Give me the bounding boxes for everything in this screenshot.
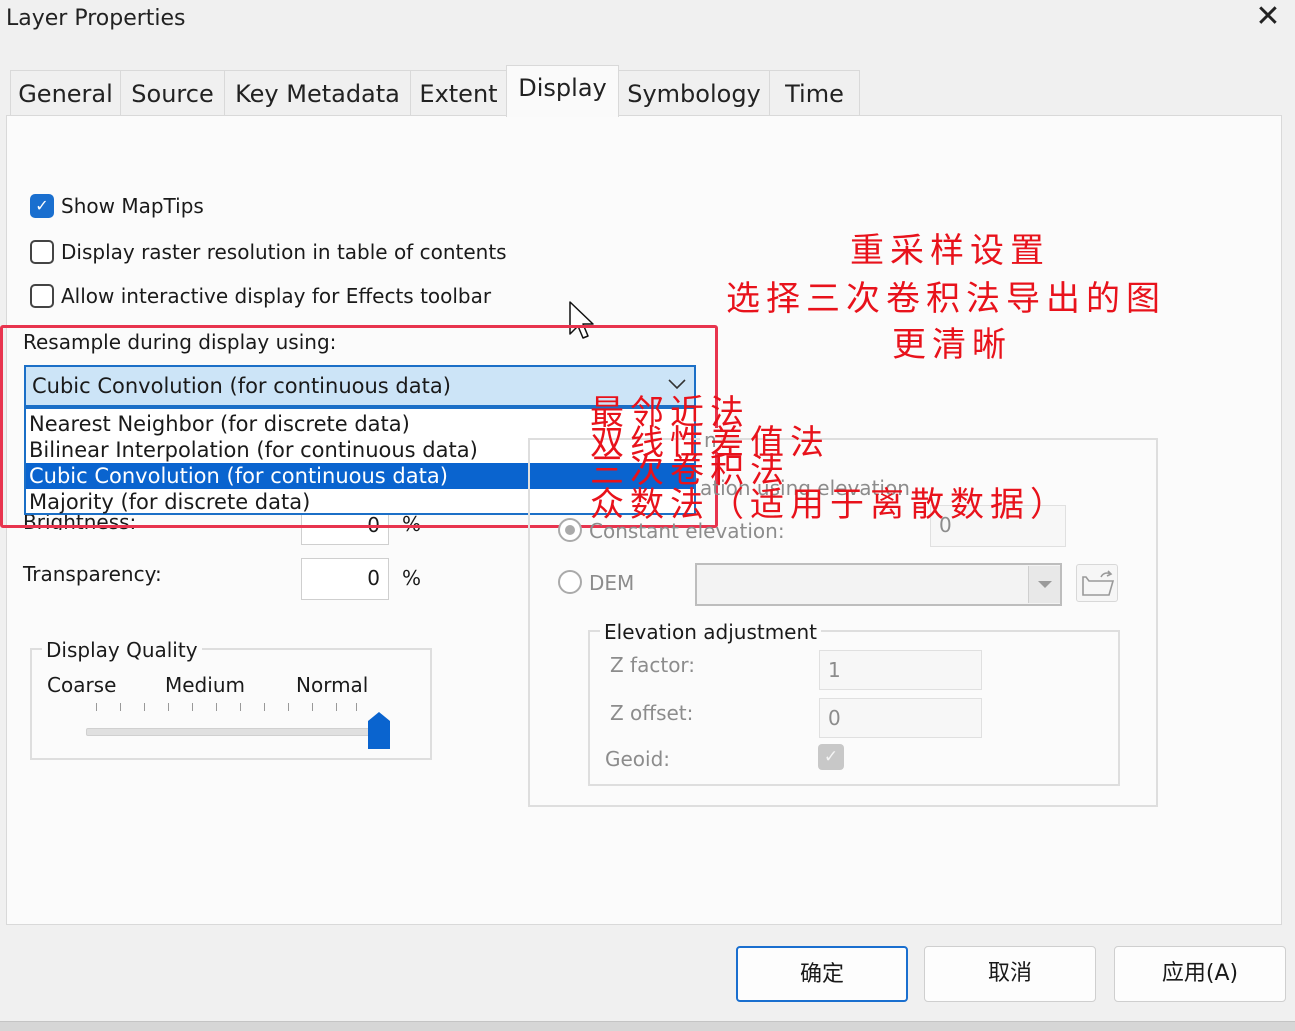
geoid-checkbox[interactable]: ✓ bbox=[818, 744, 844, 770]
annotation-title-line-3: 更清晰 bbox=[892, 325, 1012, 365]
display-resolution-label: Display raster resolution in table of co… bbox=[61, 240, 507, 264]
tab-display[interactable]: Display bbox=[506, 65, 619, 117]
dem-chevron-down-icon bbox=[1038, 581, 1052, 588]
transparency-percent: % bbox=[402, 566, 422, 590]
close-icon[interactable]: ✕ bbox=[1254, 2, 1282, 34]
annotation-title-line-2: 选择三次卷积法导出的图 bbox=[726, 279, 1166, 319]
z-factor-input[interactable]: 1 bbox=[819, 650, 982, 690]
tab-extent[interactable]: Extent bbox=[410, 70, 507, 116]
quality-normal-label: Normal bbox=[296, 673, 369, 697]
transparency-input[interactable]: 0 bbox=[301, 558, 389, 600]
apply-button[interactable]: 应用(A) bbox=[1114, 946, 1286, 1002]
annotation-title-line-1: 重采样设置 bbox=[850, 231, 1050, 271]
dem-select[interactable] bbox=[695, 563, 1062, 606]
z-factor-label: Z factor: bbox=[610, 653, 696, 677]
quality-slider-track[interactable] bbox=[86, 728, 382, 736]
quality-medium-label: Medium bbox=[165, 673, 245, 697]
dem-radio[interactable] bbox=[558, 570, 582, 594]
dem-browse-button[interactable] bbox=[1076, 564, 1118, 602]
constant-elevation-radio[interactable] bbox=[558, 518, 582, 542]
tab-source[interactable]: Source bbox=[120, 70, 225, 116]
quality-slider-ticks bbox=[96, 703, 386, 713]
display-resolution-checkbox[interactable] bbox=[30, 240, 54, 264]
quality-coarse-label: Coarse bbox=[47, 673, 117, 697]
z-offset-label: Z offset: bbox=[610, 701, 694, 725]
tab-time[interactable]: Time bbox=[769, 70, 860, 116]
transparency-label: Transparency: bbox=[23, 562, 162, 586]
interactive-display-checkbox[interactable] bbox=[30, 284, 54, 308]
dem-label: DEM bbox=[589, 571, 635, 595]
show-maptips-label: Show MapTips bbox=[61, 194, 204, 218]
tab-key-metadata[interactable]: Key Metadata bbox=[224, 70, 411, 116]
taskbar-edge bbox=[0, 1021, 1295, 1031]
z-offset-input[interactable]: 0 bbox=[819, 698, 982, 738]
quality-slider-thumb[interactable] bbox=[367, 711, 391, 751]
geoid-label: Geoid: bbox=[605, 747, 671, 771]
tab-general[interactable]: General bbox=[10, 70, 121, 116]
annotation-majority: 众数法（适用于离散数据） bbox=[590, 485, 1070, 525]
display-quality-title: Display Quality bbox=[42, 638, 202, 662]
show-maptips-checkbox[interactable]: ✓ bbox=[30, 194, 54, 218]
elevation-adjustment-title: Elevation adjustment bbox=[600, 620, 822, 644]
dem-dropdown-button[interactable] bbox=[1028, 566, 1060, 603]
cancel-button[interactable]: 取消 bbox=[924, 946, 1096, 1002]
open-folder-icon bbox=[1082, 570, 1115, 596]
ok-button[interactable]: 确定 bbox=[736, 946, 908, 1002]
window-title: Layer Properties bbox=[6, 6, 186, 31]
tab-symbology[interactable]: Symbology bbox=[618, 70, 770, 116]
interactive-display-label: Allow interactive display for Effects to… bbox=[61, 284, 492, 308]
